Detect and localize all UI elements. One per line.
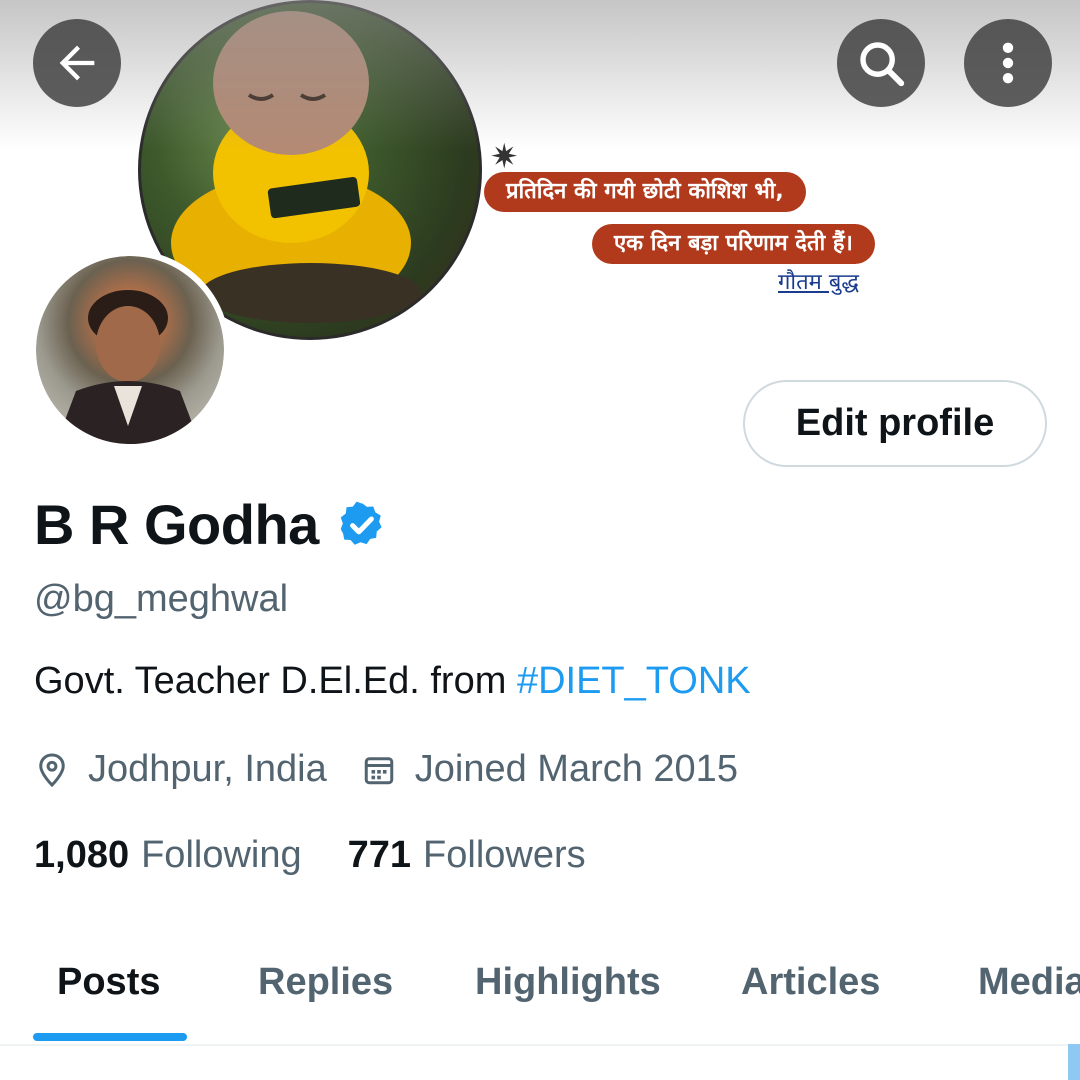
user-handle: @bg_meghwal [34,578,289,620]
back-arrow-icon [59,45,95,81]
edit-profile-button[interactable]: Edit profile [743,380,1047,467]
location-text: Jodhpur, India [88,748,327,790]
avatar-figure [56,290,200,444]
tab-replies[interactable]: Replies [258,961,393,1004]
display-name: B R Godha [34,493,319,556]
following-label: Following [141,834,302,876]
followers-link[interactable]: 771 Followers [348,834,586,877]
search-button[interactable] [837,19,925,107]
bio-text: Govt. Teacher D.El.Ed. from [34,660,517,702]
active-tab-indicator [33,1033,187,1041]
bio-hashtag-link[interactable]: #DIET_TONK [517,660,751,702]
followers-count: 771 [347,834,412,876]
quote-line-1: प्रतिदिन की गयी छोटी कोशिश भी, [484,172,806,212]
back-button[interactable] [33,19,121,107]
avatar-photo [36,256,224,444]
profile-avatar[interactable] [30,250,230,450]
search-icon [860,42,905,87]
star-ornament: ✷ [490,138,519,176]
quote-line-2: एक दिन बड़ा परिणाम देती हैं। [592,224,875,264]
profile-meta-row: Jodhpur, India Joined March 2015 [34,748,738,791]
scroll-indicator [1068,1044,1080,1080]
tab-highlights[interactable]: Highlights [475,961,661,1004]
followers-label: Followers [423,834,586,876]
profile-tabs: Posts Replies Highlights Articles Media [0,935,1080,1045]
joined-date-text: Joined March 2015 [414,748,738,790]
location-pin-icon [39,752,65,787]
display-name-row: B R Godha [34,492,387,557]
following-count: 1,080 [34,834,130,876]
following-link[interactable]: 1,080 Following [34,834,302,877]
tabs-divider [0,1044,1080,1046]
verified-badge-icon[interactable] [337,500,387,550]
more-options-button[interactable] [964,19,1052,107]
more-vertical-icon [1002,42,1014,84]
tab-media[interactable]: Media [978,961,1080,1004]
quote-author: गौतम बुद्ध [778,270,859,295]
follow-stats: 1,080 Following 771 Followers [34,834,586,877]
tab-posts[interactable]: Posts [57,961,160,1004]
calendar-icon [364,756,393,784]
tab-articles[interactable]: Articles [741,961,880,1004]
profile-bio: Govt. Teacher D.El.Ed. from #DIET_TONK [34,660,751,703]
